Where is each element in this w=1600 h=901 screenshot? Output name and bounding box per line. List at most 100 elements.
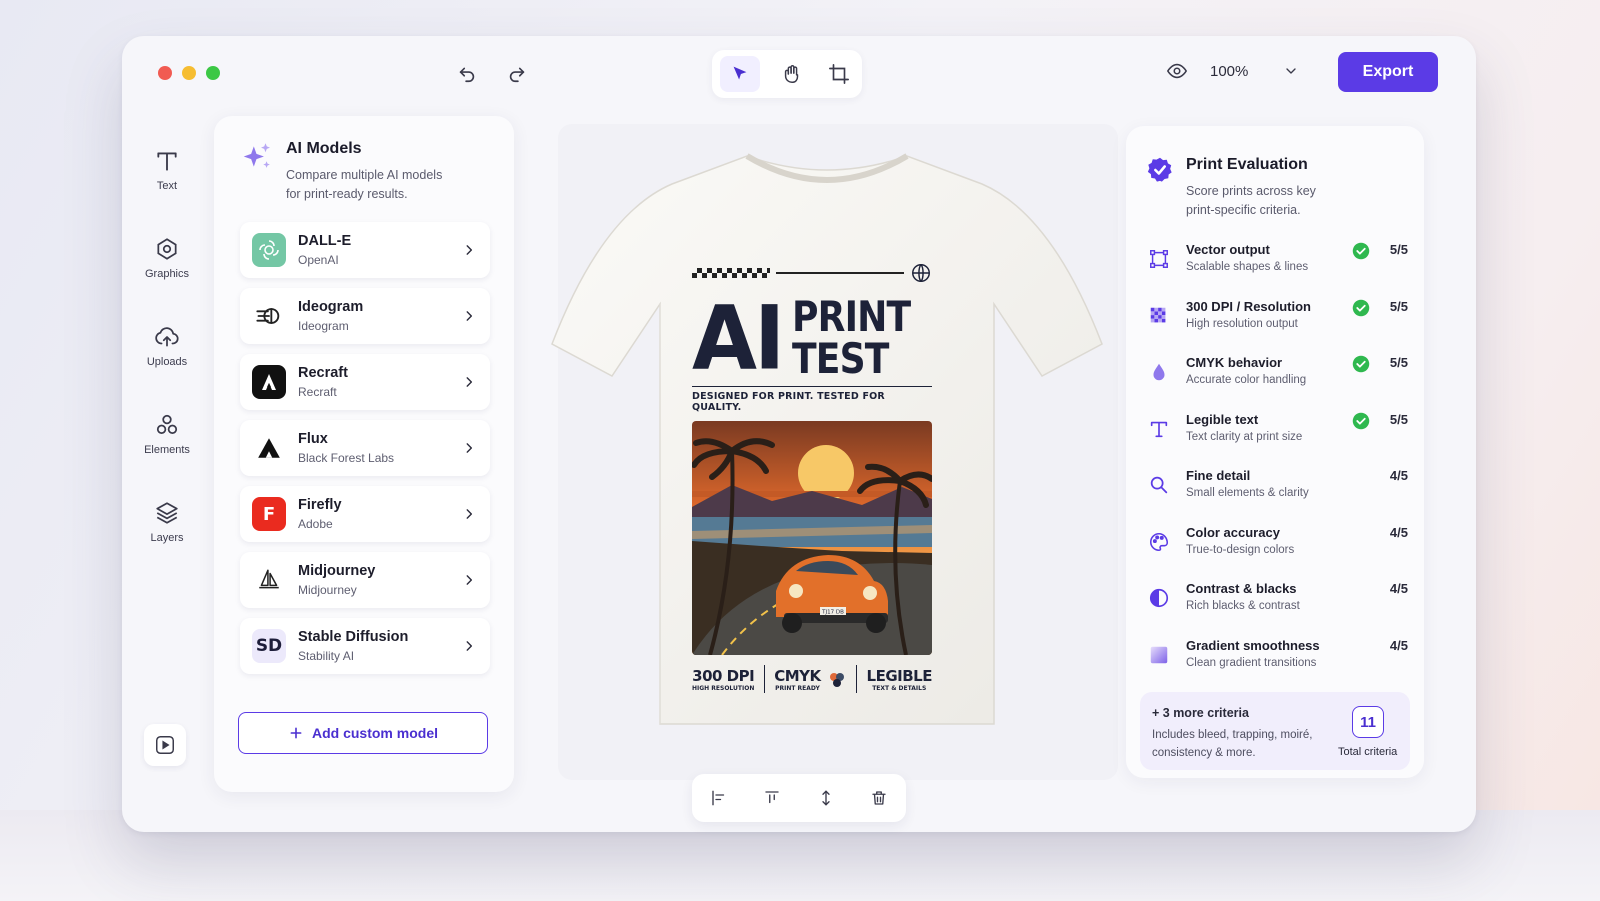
criteria-row-legible-text[interactable]: Legible text Text clarity at print size 5… (1146, 412, 1408, 469)
ai-models-panel: AI Models Compare multiple AI models for… (214, 116, 514, 792)
view-controls: 100% (1162, 56, 1306, 86)
rail-item-text[interactable]: Text (132, 126, 202, 214)
align-top-icon (765, 791, 779, 804)
model-card-dall-e[interactable]: DALL-E OpenAI (240, 222, 490, 278)
flux-logo-icon (252, 431, 286, 465)
license-plate: TJ17 DB (821, 610, 844, 616)
close-window-button[interactable] (158, 66, 172, 80)
model-card-recraft[interactable]: Recraft Recraft (240, 354, 490, 410)
cursor-icon (733, 66, 747, 80)
minimize-window-button[interactable] (182, 66, 196, 80)
headline-print: PRINT (792, 292, 911, 341)
text-icon (1146, 416, 1172, 442)
gradient-icon (1146, 642, 1172, 668)
rail-item-elements[interactable]: Elements (132, 390, 202, 478)
model-card-ideogram[interactable]: Ideogram Ideogram (240, 288, 490, 344)
stat-legible: LEGIBLE TEXT & DETAILS (866, 666, 933, 692)
model-vendor: Midjourney (298, 583, 357, 597)
align-left-icon (712, 790, 724, 806)
select-tool-button[interactable] (720, 56, 761, 92)
criteria-score: 4/5 (1389, 637, 1408, 653)
check-circle-icon (1352, 299, 1370, 316)
criteria-row-fine-detail[interactable]: Fine detail Small elements & clarity 4/5 (1146, 468, 1408, 525)
alignment-toolbar (692, 774, 906, 822)
plus-icon (290, 727, 302, 739)
criteria-row-contrast[interactable]: Contrast & blacks Rich blacks & contrast … (1146, 581, 1408, 638)
tool-rail: Text Graphics Uploads Elements Layers (132, 126, 202, 566)
rail-item-graphics[interactable]: Graphics (132, 214, 202, 302)
model-card-stable-diffusion[interactable]: SD Stable Diffusion Stability AI (240, 618, 490, 674)
crop-tool-button[interactable] (824, 59, 854, 89)
criteria-row-cmyk[interactable]: CMYK behavior Accurate color handling 5/5 (1146, 355, 1408, 412)
model-card-firefly[interactable]: F Firefly Adobe (240, 486, 490, 542)
delete-button[interactable] (864, 783, 894, 813)
criteria-score: 4/5 (1389, 581, 1408, 596)
criteria-row-vector-output[interactable]: Vector output Scalable shapes & lines 5/5 (1146, 242, 1408, 299)
model-vendor: Stability AI (298, 649, 355, 663)
model-card-flux[interactable]: Flux Black Forest Labs (240, 420, 490, 476)
export-button[interactable]: Export (1338, 52, 1438, 92)
models-panel-title: AI Models (286, 140, 362, 157)
models-panel-header: AI Models Compare multiple AI models for… (240, 140, 494, 204)
preview-button[interactable] (1162, 56, 1192, 86)
stable-diffusion-logo-icon: SD (252, 629, 286, 663)
history-controls (452, 58, 532, 88)
criteria-score: 4/5 (1389, 524, 1408, 540)
undo-button[interactable] (452, 58, 482, 88)
model-vendor: Recraft (298, 385, 337, 399)
criteria-row-gradient[interactable]: Gradient smoothness Clean gradient transi… (1146, 638, 1408, 695)
add-custom-model-button[interactable]: Add custom model (238, 712, 488, 754)
criteria-score: 4/5 (1389, 468, 1408, 483)
eye-icon (1166, 63, 1188, 79)
more-criteria-card[interactable]: + 3 more criteria Includes bleed, trappi… (1140, 692, 1410, 770)
headline-test: TEST (792, 334, 889, 383)
rail-label: Graphics (144, 268, 190, 280)
model-vendor: Black Forest Labs (298, 451, 395, 465)
criteria-score: 5/5 (1389, 242, 1408, 257)
chevron-right-icon (466, 311, 473, 321)
stat-cmyk: CMYK PRINT READY (774, 667, 846, 692)
sunset-car-illustration: TJ17 DB (692, 421, 932, 655)
criteria-row-resolution[interactable]: 300 DPI / Resolution High resolution outp… (1146, 299, 1408, 356)
total-criteria-label: Total criteria (1338, 746, 1398, 758)
more-criteria-title: + 3 more criteria (1152, 706, 1249, 720)
redo-icon (509, 67, 525, 83)
align-left-button[interactable] (704, 783, 734, 813)
distribute-vertical-button[interactable] (811, 783, 841, 813)
print-design[interactable]: AI PRINT TEST DESIGNED FOR PRINT. TESTED… (692, 264, 932, 696)
model-name: Stable Diffusion (298, 629, 409, 645)
redo-button[interactable] (502, 58, 532, 88)
resolution-icon (1146, 303, 1172, 329)
play-preview-button[interactable] (144, 724, 186, 766)
rail-label: Text (156, 180, 178, 192)
check-circle-icon (1352, 355, 1370, 373)
model-name: DALL-E (298, 233, 352, 249)
align-top-button[interactable] (757, 783, 787, 813)
pan-tool-button[interactable] (777, 59, 807, 89)
checker-pattern (692, 268, 770, 278)
add-custom-model-label: Add custom model (311, 725, 438, 741)
rail-item-uploads[interactable]: Uploads (132, 302, 202, 390)
tshirt-mockup[interactable]: AI PRINT TEST DESIGNED FOR PRINT. TESTED… (542, 144, 1112, 744)
check-circle-icon (1352, 242, 1370, 260)
criteria-row-color-accuracy[interactable]: Color accuracy True-to-design colors 4/5 (1146, 525, 1408, 582)
trash-icon (872, 791, 886, 805)
app-window: 100% Export Text Graphics Uploads Elemen… (122, 36, 1476, 832)
ideogram-logo-icon (252, 299, 286, 333)
model-name: Flux (298, 431, 328, 447)
palette-icon (1146, 529, 1172, 555)
maximize-window-button[interactable] (206, 66, 220, 80)
evaluation-title: Print Evaluation (1186, 156, 1308, 173)
zoom-dropdown-button[interactable] (1276, 56, 1306, 86)
model-name: Recraft (298, 365, 348, 381)
verified-badge-icon (1147, 157, 1172, 182)
model-name: Firefly (298, 497, 342, 513)
crop-icon (828, 64, 849, 84)
rail-item-layers[interactable]: Layers (132, 478, 202, 566)
model-card-midjourney[interactable]: Midjourney Midjourney (240, 552, 490, 608)
vector-icon (1146, 246, 1172, 272)
contrast-icon (1146, 585, 1172, 611)
play-icon (156, 736, 174, 754)
design-canvas[interactable]: AI PRINT TEST DESIGNED FOR PRINT. TESTED… (551, 124, 1118, 780)
zoom-level[interactable]: 100% (1210, 63, 1258, 80)
